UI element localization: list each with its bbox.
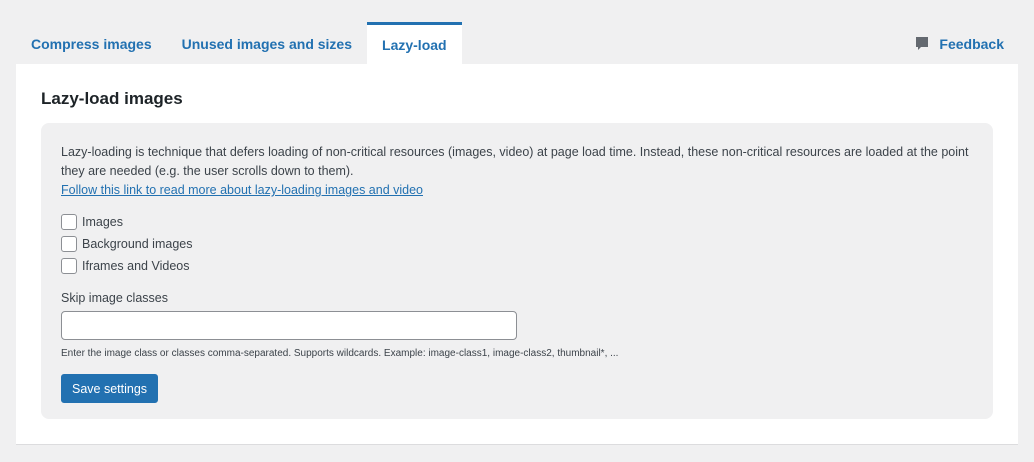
option-background-images-label: Background images	[82, 237, 193, 251]
lazy-load-description: Lazy-loading is technique that defers lo…	[61, 145, 969, 178]
lazy-load-settings-card: Lazy-loading is technique that defers lo…	[41, 123, 993, 419]
option-images[interactable]: Images	[61, 211, 973, 233]
read-more-link[interactable]: Follow this link to read more about lazy…	[61, 181, 423, 200]
option-iframes-and-videos-label: Iframes and Videos	[82, 259, 190, 273]
feedback-label: Feedback	[939, 36, 1004, 52]
images-checkbox[interactable]	[61, 214, 77, 230]
tab-compress-images[interactable]: Compress images	[16, 22, 167, 64]
panel-title: Lazy-load images	[41, 89, 183, 108]
lazy-load-options: Images Background images Iframes and Vid…	[61, 211, 973, 277]
tab-lazy-load[interactable]: Lazy-load	[367, 22, 462, 64]
tab-bar: Compress images Unused images and sizes …	[16, 22, 462, 64]
iframes-and-videos-checkbox[interactable]	[61, 258, 77, 274]
speech-bubble-icon	[915, 36, 929, 52]
skip-image-classes-input[interactable]	[61, 311, 517, 340]
feedback-link[interactable]: Feedback	[915, 36, 1004, 52]
skip-image-classes-hint: Enter the image class or classes comma-s…	[61, 348, 619, 359]
option-background-images[interactable]: Background images	[61, 233, 973, 255]
tab-unused-images-and-sizes[interactable]: Unused images and sizes	[167, 22, 367, 64]
settings-panel: Lazy-load images Lazy-loading is techniq…	[16, 64, 1018, 445]
option-images-label: Images	[82, 215, 123, 229]
save-settings-button[interactable]: Save settings	[61, 374, 159, 403]
skip-image-classes-label: Skip image classes	[61, 291, 168, 305]
option-iframes-and-videos[interactable]: Iframes and Videos	[61, 255, 973, 277]
background-images-checkbox[interactable]	[61, 236, 77, 252]
